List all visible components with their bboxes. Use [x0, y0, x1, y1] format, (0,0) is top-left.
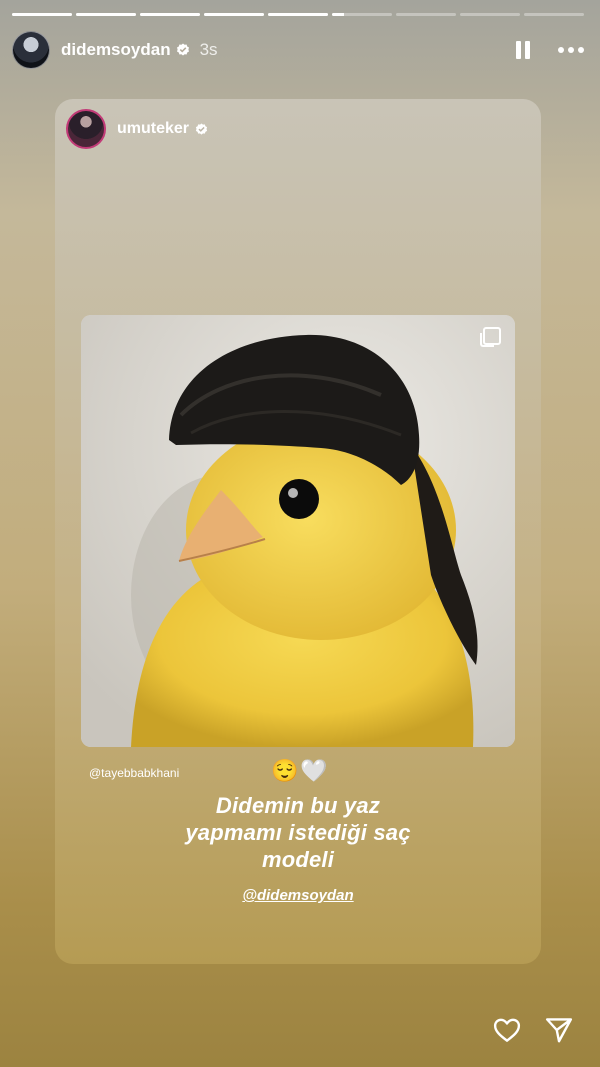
progress-segment — [76, 13, 136, 16]
multi-post-icon — [480, 327, 501, 347]
username[interactable]: didemsoydan — [61, 40, 171, 60]
shared-post-header: umuteker — [66, 109, 208, 149]
progress-segment — [140, 13, 200, 16]
send-icon[interactable] — [544, 1015, 574, 1045]
avatar[interactable] — [12, 31, 50, 69]
mention-link[interactable]: @didemsoydan — [55, 887, 541, 904]
chick-with-mullet-image — [81, 315, 515, 747]
emoji-sticker: 😌🤍 — [271, 758, 330, 783]
progress-segment — [396, 13, 456, 16]
progress-segment — [268, 13, 328, 16]
timestamp: 3s — [199, 40, 218, 59]
shared-username[interactable]: umuteker — [117, 120, 189, 138]
shared-post-card[interactable]: umuteker @tayebbabkhani 😌🤍 Didemin bu ya… — [55, 99, 541, 964]
photo-credit-tag[interactable]: @tayebbabkhani — [89, 766, 179, 780]
verified-badge-icon — [195, 122, 208, 135]
story-footer — [492, 1015, 574, 1045]
shared-avatar[interactable] — [66, 109, 106, 149]
progress-segment — [12, 13, 72, 16]
more-options-button[interactable] — [558, 46, 586, 54]
progress-segment — [332, 13, 392, 16]
progress-segment — [460, 13, 520, 16]
caption-text: Didemin bu yaz yapmamı istediği saç mode… — [185, 793, 411, 872]
story-header: didemsoydan 3s — [12, 30, 586, 70]
story-progress — [12, 13, 584, 16]
verified-badge-icon — [176, 43, 189, 56]
progress-segment — [204, 13, 264, 16]
progress-segment — [524, 13, 584, 16]
pause-button[interactable] — [516, 41, 530, 59]
heart-icon[interactable] — [492, 1015, 522, 1045]
post-photo[interactable] — [81, 315, 515, 747]
